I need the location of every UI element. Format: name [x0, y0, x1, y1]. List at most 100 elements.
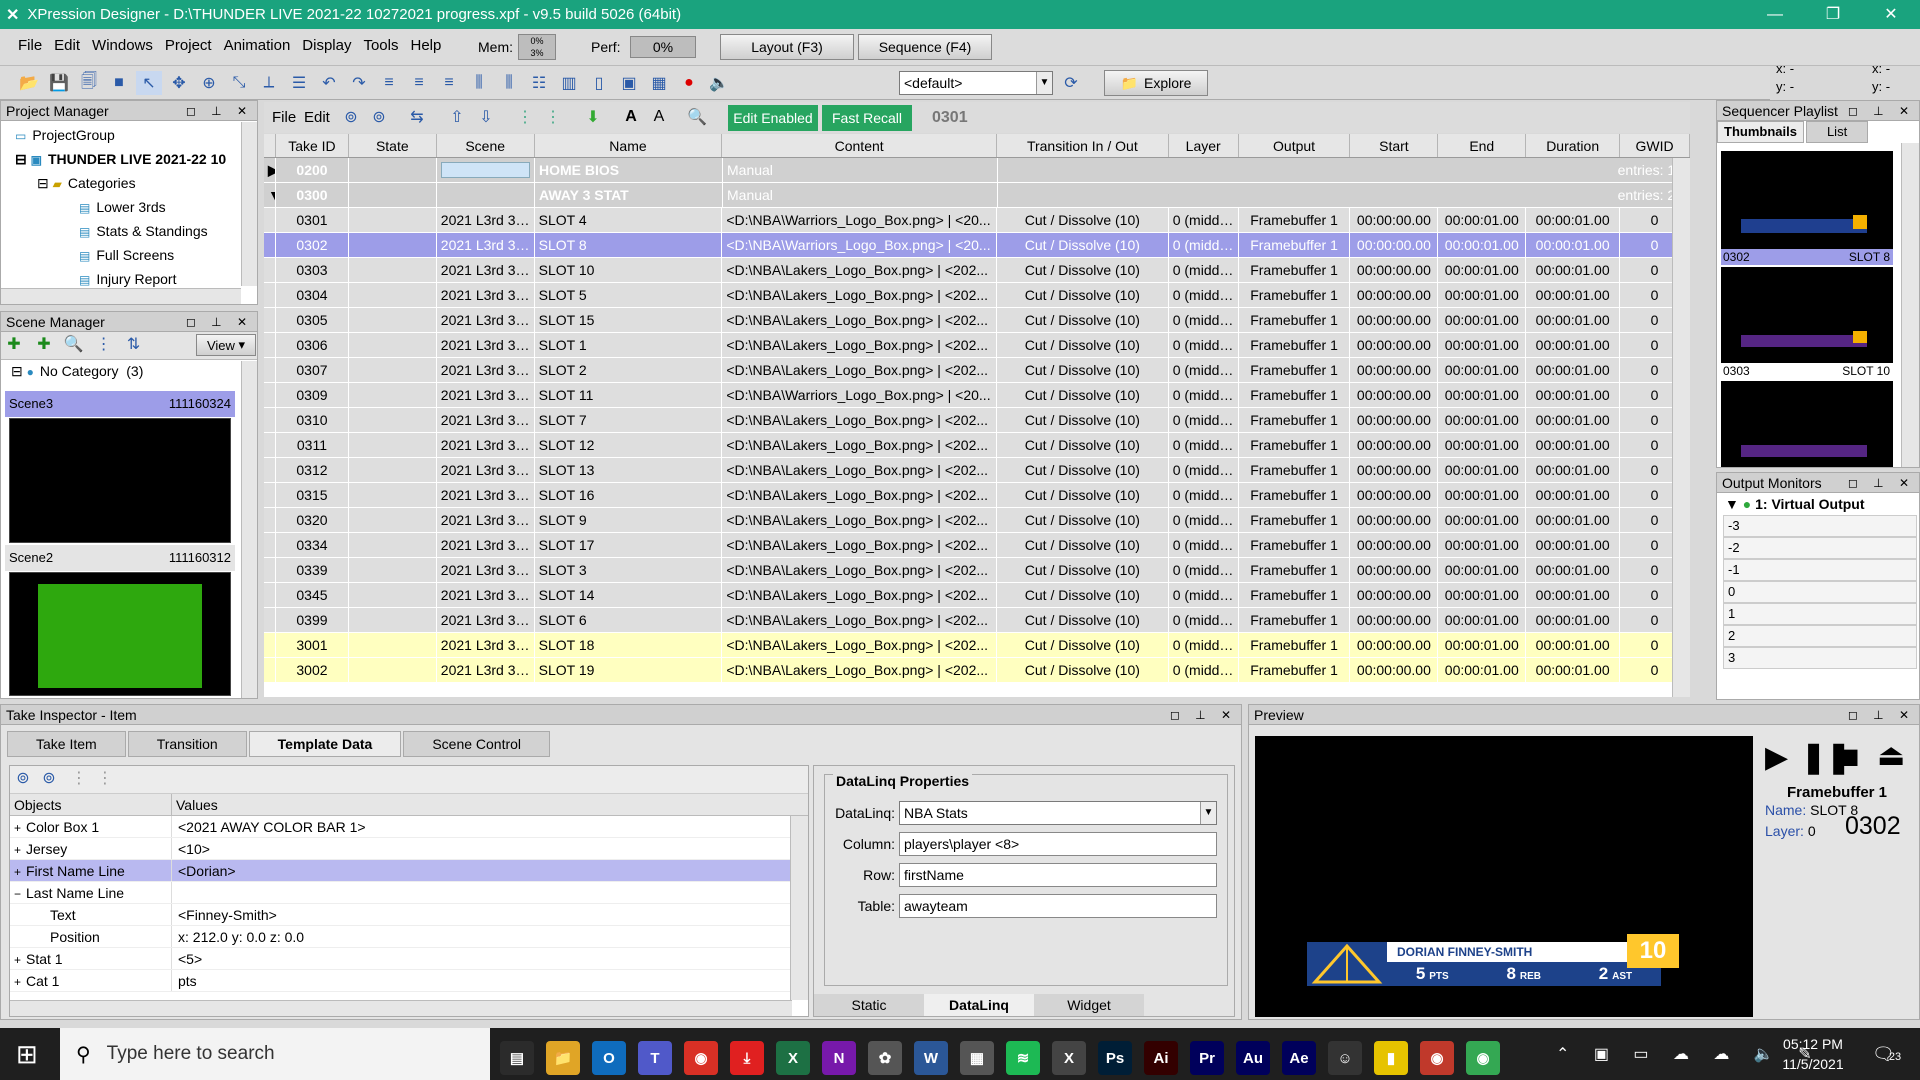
tab-static[interactable]: Static: [814, 994, 924, 1016]
object-value[interactable]: <5>: [172, 948, 202, 969]
take-row-0302[interactable]: 0302 2021 L3rd 3 ... SLOT 8 <D:\NBA\Warrior…: [264, 233, 1690, 258]
taskbar-app-icon[interactable]: Pr: [1190, 1041, 1224, 1075]
move-tool-icon[interactable]: ✥: [166, 71, 192, 95]
tab-widget[interactable]: Widget: [1034, 994, 1144, 1016]
object-value[interactable]: <Dorian>: [172, 860, 236, 881]
objects-hscrollbar[interactable]: [10, 1000, 792, 1016]
search-icon[interactable]: 🔍: [61, 332, 87, 356]
minimize-button[interactable]: —: [1746, 0, 1804, 29]
default-combo[interactable]: <default> ▼: [899, 71, 1053, 95]
align-icon[interactable]: ☰: [286, 71, 312, 95]
objects-scrollbar[interactable]: [790, 816, 808, 1000]
grid-edit-menu[interactable]: Edit: [304, 109, 330, 126]
sequencer-thumb-0303[interactable]: [1721, 267, 1893, 363]
object-row[interactable]: + First Name Line <Dorian>: [10, 860, 808, 882]
take-row-3002[interactable]: 3002 2021 L3rd 3 ... SLOT 19 <D:\NBA\Lakers…: [264, 658, 1690, 683]
col-header-take-id[interactable]: Take ID: [276, 134, 349, 157]
take-row-0315[interactable]: 0315 2021 L3rd 3 ... SLOT 16 <D:\NBA\Lakers…: [264, 483, 1690, 508]
expand-icon[interactable]: +: [14, 817, 26, 837]
sequencer-thumb-next[interactable]: [1721, 381, 1893, 467]
scene2-thumbnail[interactable]: [9, 572, 231, 696]
taskbar-app-icon[interactable]: ◉: [1420, 1041, 1454, 1075]
tree-categories[interactable]: ⊟ ▰ Categories: [1, 172, 257, 196]
grid-file-menu[interactable]: File: [272, 109, 296, 126]
object-value[interactable]: <Finney-Smith>: [172, 904, 277, 925]
group-row-0300[interactable]: ▼0300 AWAY 3 STATManualentries: 20: [264, 183, 1690, 208]
taskbar-app-icon[interactable]: Ae: [1282, 1041, 1316, 1075]
taskbar-app-icon[interactable]: Au: [1236, 1041, 1270, 1075]
panel-pin-icon[interactable]: ◻ ⊥ ✕: [1848, 473, 1915, 493]
col-header-output[interactable]: Output: [1239, 134, 1351, 157]
taskbar-search[interactable]: ⚲ Type here to search: [60, 1028, 490, 1080]
taskbar-app-icon[interactable]: N: [822, 1041, 856, 1075]
menu-file[interactable]: File: [12, 37, 48, 54]
tree-full-screens[interactable]: ▤ Full Screens: [1, 244, 257, 268]
panel-pin-icon[interactable]: ◻ ⊥ ✕: [186, 101, 253, 121]
expand-icon[interactable]: ▶: [264, 158, 276, 182]
col-header-end[interactable]: End: [1438, 134, 1527, 157]
taskbar-app-icon[interactable]: T: [638, 1041, 672, 1075]
undo-icon[interactable]: ↶: [316, 71, 342, 95]
scale-tool-icon[interactable]: ⤡: [226, 71, 252, 95]
play-icon[interactable]: ▶: [1765, 740, 1788, 775]
sort-icon[interactable]: ⇅: [121, 332, 147, 356]
taskbar-app-icon[interactable]: Ps: [1098, 1041, 1132, 1075]
object-row[interactable]: + Color Box 1 <2021 AWAY COLOR BAR 1>: [10, 816, 808, 838]
new-folder-icon[interactable]: ✚: [31, 332, 57, 356]
menu-edit[interactable]: Edit: [48, 37, 86, 54]
project-scrollbar[interactable]: [241, 122, 257, 286]
menu-help[interactable]: Help: [405, 37, 448, 54]
align-center-icon[interactable]: ≡: [406, 71, 432, 95]
taskbar-app-icon[interactable]: ◉: [684, 1041, 718, 1075]
take-row-3001[interactable]: 3001 2021 L3rd 3 ... SLOT 18 <D:\NBA\Lakers…: [264, 633, 1690, 658]
take-row-0306[interactable]: 0306 2021 L3rd 3 ... SLOT 1 <D:\NBA\Lakers_…: [264, 333, 1690, 358]
tree-lower-3rds[interactable]: ▤ Lower 3rds: [1, 196, 257, 220]
expand-icon[interactable]: +: [14, 949, 26, 969]
tree-project-group[interactable]: ▭ ProjectGroup: [1, 124, 257, 148]
object-row[interactable]: Position x: 212.0 y: 0.0 z: 0.0: [10, 926, 808, 948]
expand-icon[interactable]: ▼: [264, 183, 276, 207]
output-level-row[interactable]: -3: [1723, 515, 1917, 537]
expand-icon[interactable]: +: [14, 861, 26, 881]
select-tool-icon[interactable]: ↖: [136, 71, 162, 95]
virtual-output-node[interactable]: ▼ ● 1: Virtual Output: [1717, 493, 1919, 515]
col-header-state[interactable]: State: [349, 134, 437, 157]
taskbar-app-icon[interactable]: W: [914, 1041, 948, 1075]
col-header-gwid[interactable]: GWID: [1620, 134, 1690, 157]
tree-icon[interactable]: ⋮: [91, 332, 117, 356]
output-level-row[interactable]: -1: [1723, 559, 1917, 581]
menu-project[interactable]: Project: [159, 37, 218, 54]
scene-scrollbar[interactable]: [241, 361, 257, 698]
align-right-icon[interactable]: ≡: [436, 71, 462, 95]
take-row-0312[interactable]: 0312 2021 L3rd 3 ... SLOT 13 <D:\NBA\Lakers…: [264, 458, 1690, 483]
object-value[interactable]: <2021 AWAY COLOR BAR 1>: [172, 816, 366, 837]
taskbar-app-icon[interactable]: ▮: [1374, 1041, 1408, 1075]
stop-icon[interactable]: ■: [1839, 738, 1860, 777]
col-header-duration[interactable]: Duration: [1526, 134, 1621, 157]
scene-item-scene2[interactable]: Scene2 111160312: [5, 545, 235, 571]
column-field[interactable]: players\player <8>: [899, 832, 1217, 856]
expand-icon[interactable]: ⋮: [512, 105, 538, 129]
download-icon[interactable]: ⬇: [580, 105, 606, 129]
object-row[interactable]: − Last Name Line: [10, 882, 808, 904]
collapse-all-icon[interactable]: ⋮: [92, 766, 118, 790]
view-dropdown[interactable]: View ▾: [196, 334, 256, 356]
panel-pin-icon[interactable]: ◻ ⊥ ✕: [186, 312, 253, 332]
sequencer-scrollbar[interactable]: [1901, 143, 1919, 467]
group-row-0200[interactable]: ▶0200 HOME BIOSManualentries: 17: [264, 158, 1690, 183]
sequencer-thumb-0302[interactable]: [1721, 151, 1893, 249]
collapse-icon[interactable]: ⋮: [540, 105, 566, 129]
audio-icon[interactable]: 🔈: [706, 71, 732, 95]
object-value[interactable]: [172, 882, 178, 903]
nav-next-icon[interactable]: ⊚: [36, 766, 62, 790]
take-row-0320[interactable]: 0320 2021 L3rd 3 ... SLOT 9 <D:\NBA\Lakers_…: [264, 508, 1690, 533]
take-row-0305[interactable]: 0305 2021 L3rd 3 ... SLOT 15 <D:\NBA\Lakers…: [264, 308, 1690, 333]
object-value[interactable]: <10>: [172, 838, 210, 859]
stop-icon[interactable]: ■: [106, 71, 132, 95]
open-icon[interactable]: 📂: [16, 71, 42, 95]
edit-enabled-button[interactable]: Edit Enabled: [728, 105, 818, 131]
scene-category[interactable]: ⊟ ● No Category (3): [1, 360, 257, 383]
save-all-icon[interactable]: 🗐: [76, 71, 102, 95]
project-hscrollbar[interactable]: [1, 288, 241, 304]
object-row[interactable]: + Cat 1 pts: [10, 970, 808, 992]
